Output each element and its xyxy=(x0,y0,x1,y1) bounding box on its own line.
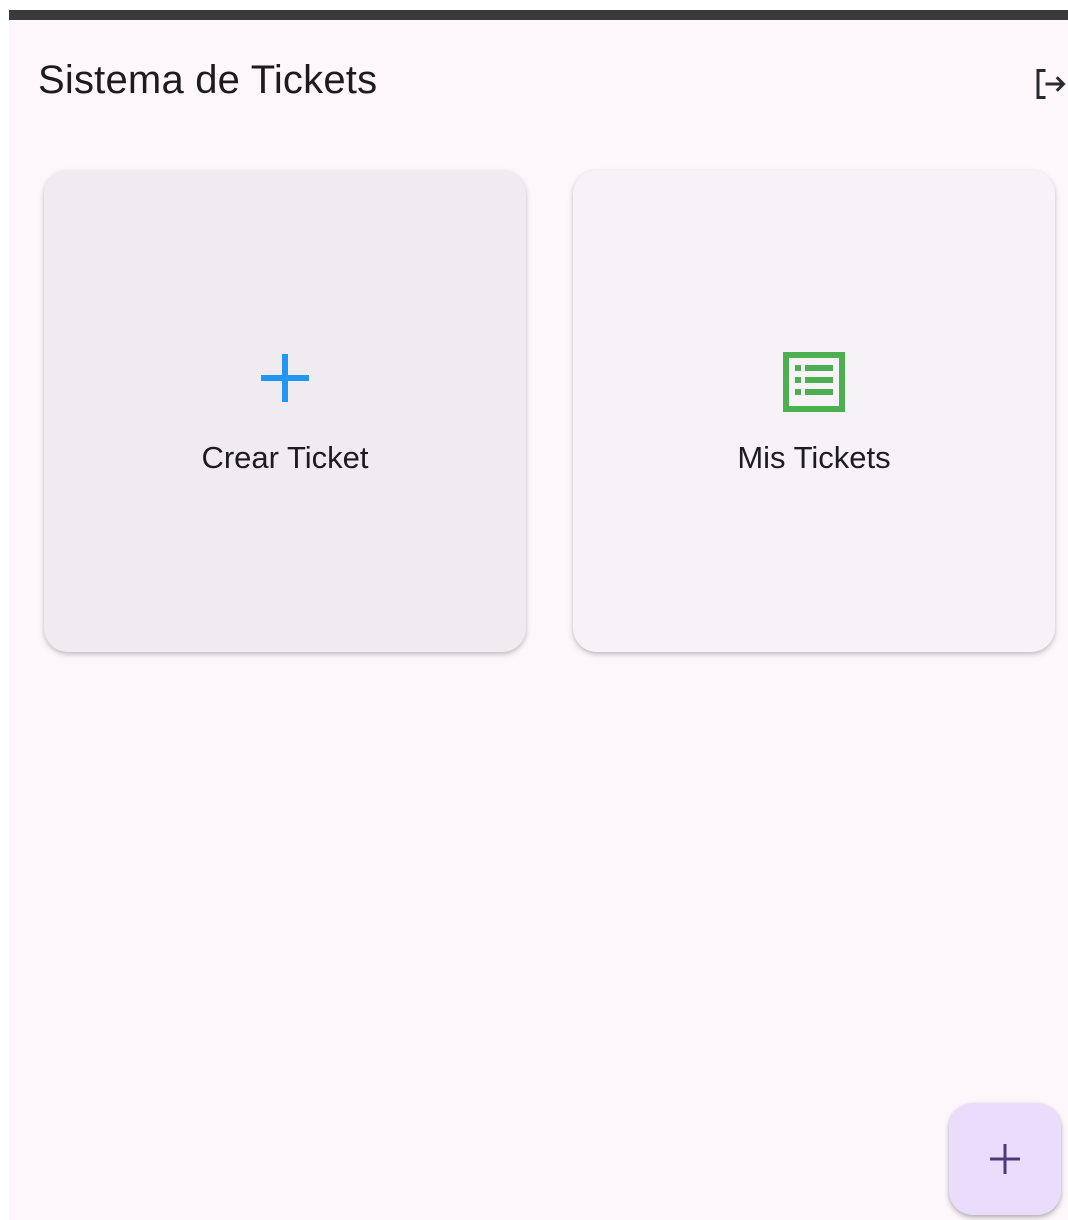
my-tickets-card[interactable]: Mis Tickets xyxy=(573,170,1055,652)
card-label: Mis Tickets xyxy=(737,440,891,475)
status-bar xyxy=(9,10,1068,20)
add-icon xyxy=(261,354,309,402)
card-icon-wrap xyxy=(257,350,313,411)
card-label: Crear Ticket xyxy=(201,440,369,475)
app-bar: Sistema de Tickets xyxy=(9,20,1068,130)
logout-button[interactable] xyxy=(1021,56,1068,112)
app-screen: Sistema de Tickets Crear Ticket Mis Tick… xyxy=(9,10,1068,1220)
list-icon xyxy=(783,352,845,412)
page-title: Sistema de Tickets xyxy=(38,58,378,102)
create-ticket-card[interactable]: Crear Ticket xyxy=(44,170,526,652)
add-fab-button[interactable] xyxy=(949,1103,1061,1215)
add-icon xyxy=(990,1144,1020,1174)
logout-icon xyxy=(1036,69,1066,99)
card-icon-wrap xyxy=(783,352,845,417)
